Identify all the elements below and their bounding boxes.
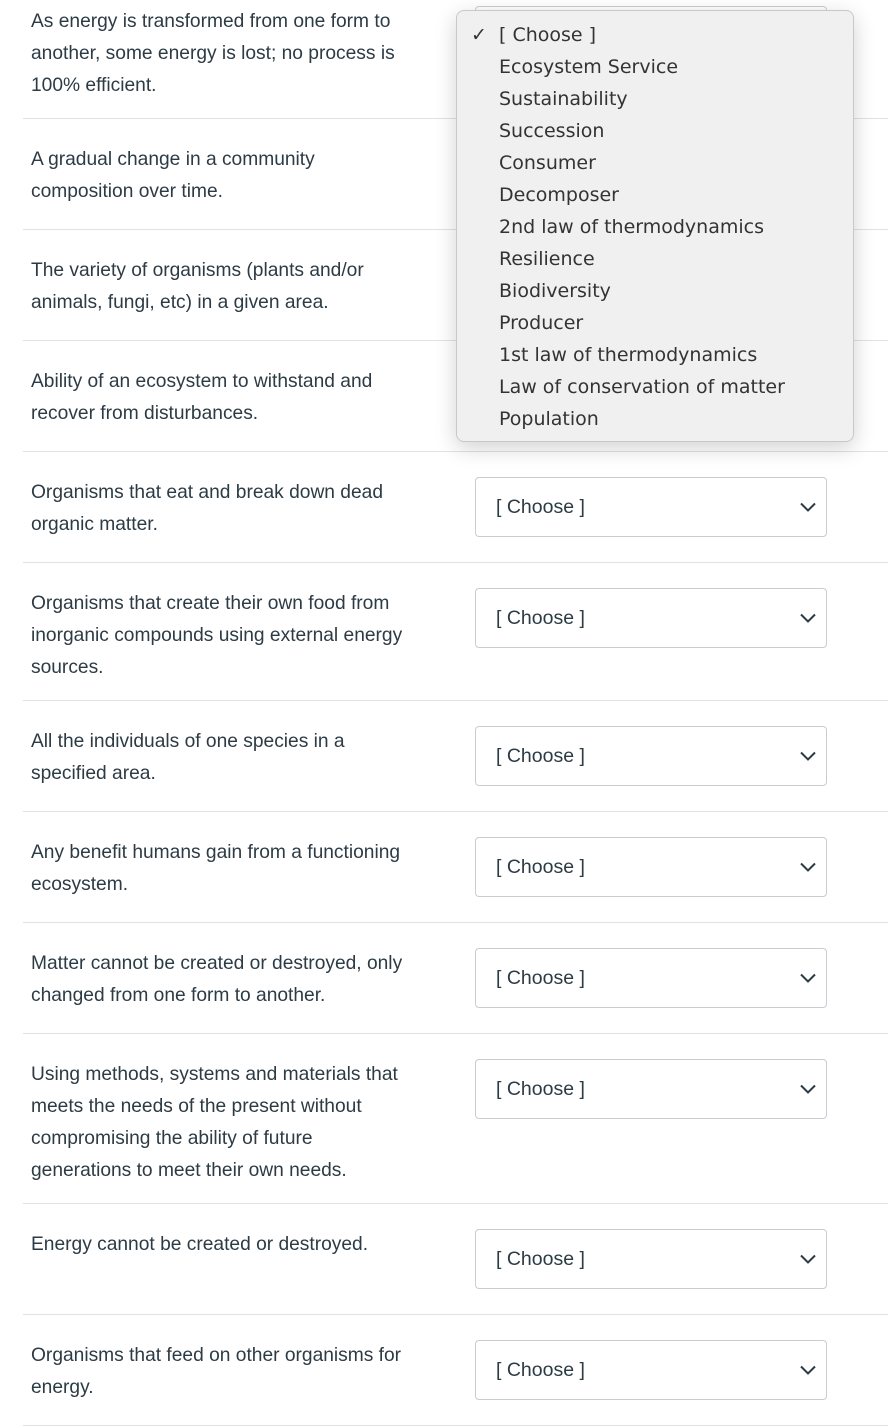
select-value: [ Choose ] (496, 1358, 585, 1381)
dropdown-option[interactable]: ✓ [ Choose ] (457, 19, 853, 51)
question-row: Organisms that create their own food fro… (23, 563, 888, 701)
answer-select[interactable]: [ Choose ] (475, 948, 827, 1008)
dropdown-option[interactable]: Consumer (457, 147, 853, 179)
answer-select[interactable]: [ Choose ] (475, 588, 827, 648)
question-text: Energy cannot be created or destroyed. (31, 1234, 369, 1255)
question-text: A gradual change in a community composit… (31, 149, 315, 202)
question-text: Using methods, systems and materials tha… (31, 1064, 398, 1181)
check-icon: ✓ (471, 24, 487, 46)
option-label: Ecosystem Service (499, 56, 679, 78)
question-row: Matter cannot be created or destroyed, o… (23, 923, 888, 1034)
dropdown-option[interactable]: Law of conservation of matter (457, 371, 853, 403)
answer-select[interactable]: [ Choose ] (475, 1340, 827, 1400)
chevron-down-icon (800, 973, 816, 983)
dropdown-option[interactable]: 2nd law of thermodynamics (457, 211, 853, 243)
select-value: [ Choose ] (496, 966, 585, 989)
question-row: Any benefit humans gain from a functioni… (23, 812, 888, 923)
dropdown-option[interactable]: Ecosystem Service (457, 51, 853, 83)
question-row: Using methods, systems and materials tha… (23, 1034, 888, 1204)
dropdown-menu[interactable]: ✓ [ Choose ] Ecosystem Service Sustainabili… (456, 10, 854, 442)
answer-select[interactable]: [ Choose ] (475, 837, 827, 897)
option-label: [ Choose ] (499, 24, 597, 46)
question-text: Matter cannot be created or destroyed, o… (31, 953, 403, 1006)
option-label: Biodiversity (499, 280, 611, 302)
dropdown-option[interactable]: Succession (457, 115, 853, 147)
question-text: As energy is transformed from one form t… (31, 11, 395, 96)
question-row: Energy cannot be created or destroyed. [… (23, 1204, 888, 1315)
select-value: [ Choose ] (496, 744, 585, 767)
select-value: [ Choose ] (496, 855, 585, 878)
chevron-down-icon (800, 502, 816, 512)
chevron-down-icon (800, 751, 816, 761)
dropdown-option[interactable]: Biodiversity (457, 275, 853, 307)
option-label: Law of conservation of matter (499, 376, 785, 398)
question-row: Organisms that feed on other organisms f… (23, 1315, 888, 1426)
option-label: Population (499, 408, 599, 430)
chevron-down-icon (800, 1084, 816, 1094)
option-label: Sustainability (499, 88, 628, 110)
question-text: All the individuals of one species in a … (31, 731, 345, 784)
option-label: 2nd law of thermodynamics (499, 216, 764, 238)
question-text: Any benefit humans gain from a functioni… (31, 842, 401, 895)
answer-select[interactable]: [ Choose ] (475, 726, 827, 786)
dropdown-option[interactable]: Producer (457, 307, 853, 339)
answer-select[interactable]: [ Choose ] (475, 477, 827, 537)
chevron-down-icon (800, 1365, 816, 1375)
question-text: The variety of organisms (plants and/or … (31, 260, 364, 313)
chevron-down-icon (800, 613, 816, 623)
dropdown-option[interactable]: Resilience (457, 243, 853, 275)
option-label: Producer (499, 312, 584, 334)
select-value: [ Choose ] (496, 606, 585, 629)
select-value: [ Choose ] (496, 1077, 585, 1100)
question-row: Organisms that eat and break down dead o… (23, 452, 888, 563)
question-text: Organisms that create their own food fro… (31, 593, 403, 678)
select-value: [ Choose ] (496, 495, 585, 518)
option-label: Consumer (499, 152, 596, 174)
question-text: Organisms that eat and break down dead o… (31, 482, 383, 535)
option-label: 1st law of thermodynamics (499, 344, 758, 366)
option-label: Decomposer (499, 184, 619, 206)
answer-select[interactable]: [ Choose ] (475, 1229, 827, 1289)
question-text: Organisms that feed on other organisms f… (31, 1345, 402, 1398)
question-text: Ability of an ecosystem to withstand and… (31, 371, 373, 424)
dropdown-option[interactable]: Sustainability (457, 83, 853, 115)
chevron-down-icon (800, 862, 816, 872)
answer-select[interactable]: [ Choose ] (475, 1059, 827, 1119)
question-row: All the individuals of one species in a … (23, 701, 888, 812)
dropdown-option[interactable]: 1st law of thermodynamics (457, 339, 853, 371)
dropdown-option[interactable]: Decomposer (457, 179, 853, 211)
option-label: Succession (499, 120, 605, 142)
chevron-down-icon (800, 1254, 816, 1264)
option-label: Resilience (499, 248, 595, 270)
dropdown-option[interactable]: Population (457, 403, 853, 435)
select-value: [ Choose ] (496, 1247, 585, 1270)
